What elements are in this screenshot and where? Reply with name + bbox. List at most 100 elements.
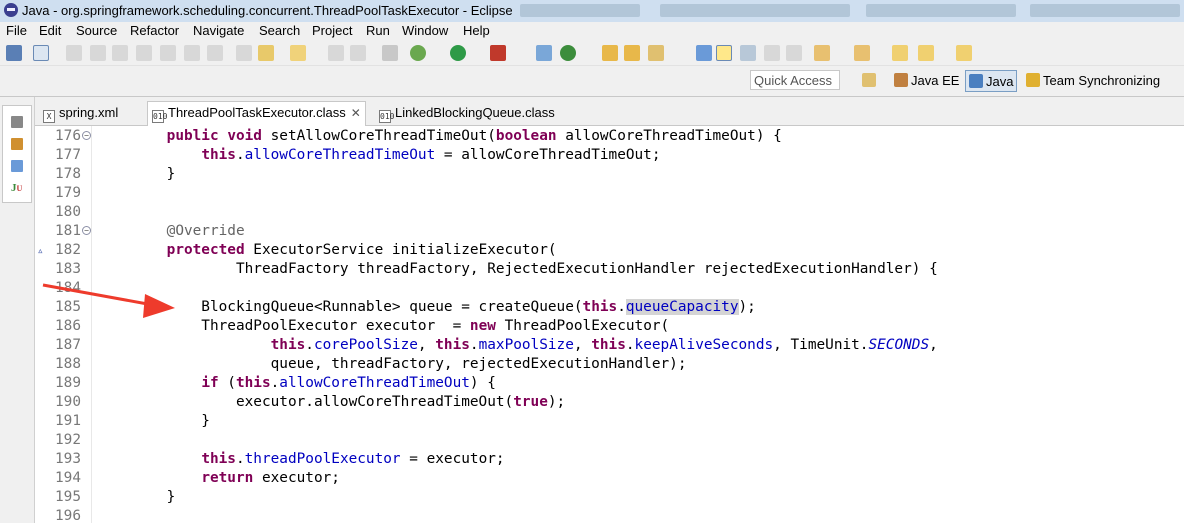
save-disabled-icon[interactable]: [328, 45, 344, 61]
restore-icon[interactable]: [11, 116, 23, 128]
code-text: if (this.allowCoreThreadTimeOut) {: [201, 375, 496, 391]
drop-frame-disabled-icon[interactable]: [207, 45, 223, 61]
code-line[interactable]: 195 }: [35, 488, 1184, 507]
menu-search[interactable]: Search: [259, 23, 300, 38]
new-java-project-icon[interactable]: [290, 45, 306, 61]
toggle-breadcrumb-icon[interactable]: [740, 45, 756, 61]
taskbar-tab-blur: [660, 4, 850, 17]
toggle-mark-occurrences-icon[interactable]: [33, 45, 49, 61]
line-number: 196: [55, 508, 81, 524]
show-whitespace-icon[interactable]: [764, 45, 780, 61]
menu-project[interactable]: Project: [312, 23, 352, 38]
code-text: return executor;: [201, 470, 340, 486]
previous-annotation-icon[interactable]: [854, 45, 870, 61]
taskbar-tab-blur: [1030, 4, 1180, 17]
line-number: 190: [55, 394, 81, 410]
step-disabled-icon[interactable]: [136, 45, 152, 61]
stop-disabled-icon[interactable]: [112, 45, 128, 61]
java-icon: [969, 74, 983, 88]
last-edit-icon[interactable]: [892, 45, 908, 61]
tab-label: ThreadPoolTaskExecutor.class: [168, 105, 346, 120]
taskbar-tab-blur: [520, 4, 640, 17]
quick-access-input[interactable]: Quick Access: [750, 70, 840, 90]
open-perspective-button[interactable]: [862, 70, 879, 92]
tab-threadpooltaskexecutor-class[interactable]: 010ThreadPoolTaskExecutor.class ✕: [147, 101, 366, 126]
minimized-views: JU: [2, 105, 32, 203]
line-number: 187: [55, 337, 81, 353]
type-hierarchy-icon[interactable]: [11, 160, 23, 172]
tab-label: spring.xml: [59, 105, 119, 120]
package-explorer-icon[interactable]: [11, 138, 23, 150]
tab-spring-xml[interactable]: Xspring.xml: [43, 102, 118, 124]
back-icon[interactable]: [918, 45, 934, 61]
menu-source[interactable]: Source: [76, 23, 117, 38]
main-toolbar: [0, 41, 1184, 66]
debug-skip-icon[interactable]: [258, 45, 274, 61]
window-titlebar: Java - org.springframework.scheduling.co…: [0, 0, 1184, 23]
perspective-java[interactable]: Java: [965, 70, 1018, 92]
code-line[interactable]: 196: [35, 507, 1184, 526]
menu-help[interactable]: Help: [463, 23, 490, 38]
line-number: 192: [55, 432, 81, 448]
new-icon[interactable]: [6, 45, 22, 61]
red-arrow-icon: [42, 283, 175, 318]
editor-tab-bar: Xspring.xml 010ThreadPoolTaskExecutor.cl…: [35, 97, 1184, 126]
step-over-disabled-icon[interactable]: [160, 45, 176, 61]
save-all-disabled-icon[interactable]: [350, 45, 366, 61]
next-annotation-icon[interactable]: [814, 45, 830, 61]
open-task-icon[interactable]: [624, 45, 640, 61]
code-text: queue, threadFactory, rejectedExecutionH…: [132, 356, 687, 372]
step-return-disabled-icon[interactable]: [184, 45, 200, 61]
code-line[interactable]: 192: [35, 431, 1184, 450]
line-number: 194: [55, 470, 81, 486]
code-line[interactable]: 188 queue, threadFactory, rejectedExecut…: [35, 355, 1184, 374]
forward-icon[interactable]: [956, 45, 972, 61]
pilcrow-icon[interactable]: [786, 45, 802, 61]
binary-icon[interactable]: [382, 45, 398, 61]
menu-window[interactable]: Window: [402, 23, 448, 38]
menu-edit[interactable]: Edit: [39, 23, 61, 38]
open-type-icon[interactable]: [602, 45, 618, 61]
class-file-icon: 010: [152, 110, 168, 123]
line-number: 191: [55, 413, 81, 429]
perspective-label: Java: [986, 74, 1014, 89]
menu-refactor[interactable]: Refactor: [130, 23, 179, 38]
junit-icon[interactable]: JU: [11, 182, 23, 194]
line-number: 188: [55, 356, 81, 372]
new-package-icon[interactable]: [536, 45, 552, 61]
new-class-icon[interactable]: [560, 45, 576, 61]
open-perspective-icon: [862, 73, 876, 87]
perspective-bar: Quick Access Java EE Java Team Synchroni…: [0, 66, 1184, 97]
perspective-team-synchronizing[interactable]: Team Synchronizing: [1026, 70, 1160, 92]
annotation-nav-icon[interactable]: [696, 45, 712, 61]
code-line[interactable]: 194 return executor;: [35, 469, 1184, 488]
search-icon[interactable]: [648, 45, 664, 61]
toggle-highlight-icon[interactable]: [716, 45, 732, 61]
code-editor[interactable]: 176− public void setAllowCoreThreadTimeO…: [35, 126, 1184, 526]
code-text: this.corePoolSize, this.maxPoolSize, thi…: [270, 337, 938, 353]
perspective-java-ee[interactable]: Java EE: [894, 70, 959, 92]
code-line[interactable]: 191 }: [35, 412, 1184, 431]
run-icon[interactable]: [450, 45, 466, 61]
run-disabled-icon[interactable]: [66, 45, 82, 61]
code-line[interactable]: 189 if (this.allowCoreThreadTimeOut) {: [35, 374, 1184, 393]
close-tab-icon[interactable]: ✕: [351, 106, 361, 120]
code-line[interactable]: 187 this.corePoolSize, this.maxPoolSize,…: [35, 336, 1184, 355]
left-trim-stack: JU: [0, 97, 35, 523]
tab-linkedblockingqueue-class[interactable]: 010LinkedBlockingQueue.class: [379, 102, 555, 124]
xml-file-icon: X: [43, 110, 55, 123]
window-title: Java - org.springframework.scheduling.co…: [22, 3, 513, 18]
menu-run[interactable]: Run: [366, 23, 390, 38]
use-step-filters-icon[interactable]: [236, 45, 252, 61]
code-text: }: [132, 413, 210, 429]
pause-disabled-icon[interactable]: [90, 45, 106, 61]
menu-navigate[interactable]: Navigate: [193, 23, 244, 38]
menu-bar: File Edit Source Refactor Navigate Searc…: [0, 22, 1184, 41]
menu-file[interactable]: File: [6, 23, 27, 38]
code-line[interactable]: 193 this.threadPoolExecutor = executor;: [35, 450, 1184, 469]
eclipse-icon: [4, 3, 18, 17]
run-external-tool-icon[interactable]: [490, 45, 506, 61]
code-line[interactable]: 190 executor.allowCoreThreadTimeOut(true…: [35, 393, 1184, 412]
debug-icon[interactable]: [410, 45, 426, 61]
code-text: ThreadFactory threadFactory, RejectedExe…: [132, 261, 938, 277]
